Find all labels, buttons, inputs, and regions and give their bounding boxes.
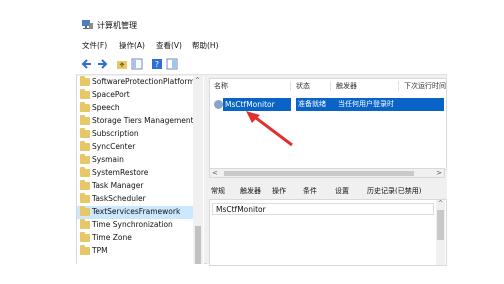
tab-general[interactable]: 常规 [211,184,225,198]
column-divider [290,81,291,91]
folder-icon [80,154,90,164]
tree-item[interactable]: Storage Tiers Management [77,115,194,128]
scroll-right-icon[interactable]: > [436,169,442,177]
menu-view[interactable]: 查看(V) [156,40,182,51]
task-list-hscrollbar[interactable]: < > [209,168,445,178]
folder-icon [80,193,90,203]
scroll-up-icon[interactable]: ^ [438,200,443,207]
title-bar: 计算机管理 [76,14,447,36]
folder-icon [80,180,90,190]
task-name-field[interactable]: MsCtfMonitor [212,203,434,215]
tab-conditions[interactable]: 条件 [303,184,317,198]
console-tree-icon[interactable] [131,58,143,70]
column-divider [330,81,331,91]
hscroll-thumb[interactable] [224,171,414,176]
tree-item[interactable]: SyncCenter [77,141,193,154]
tree-item[interactable]: Task Manager [77,180,193,193]
tree-scroll-thumb[interactable] [195,226,201,264]
tree-item[interactable]: SystemRestore [77,167,193,180]
folder-icon [80,219,90,229]
column-next-run[interactable]: 下次运行时间 [404,81,446,91]
scroll-up-icon[interactable]: ^ [195,77,200,84]
folder-up-icon[interactable] [116,58,128,70]
folder-icon [80,115,90,125]
folder-icon [80,167,90,177]
annotation-arrow-icon [246,111,293,147]
tab-actions[interactable]: 操作 [272,184,286,198]
detail-tabs: 常规 触发器 操作 条件 设置 历史记录(已禁用) [209,184,445,198]
task-pane: 名称 状态 触发器 下次运行时间 MsCtfMonitor 准备就绪 当任何用户… [207,76,447,266]
help-icon[interactable]: ? [151,58,163,70]
tree-scrollbar[interactable]: ^ [193,76,203,264]
svg-text:?: ? [155,60,159,69]
toolbar: ? [76,54,447,75]
panel-icon[interactable] [166,58,178,70]
tab-history[interactable]: 历史记录(已禁用) [367,184,421,198]
tree-item[interactable]: Speech [77,102,193,115]
tree-item[interactable]: SpacePort [77,89,193,102]
tree-item[interactable]: TPM [77,245,193,258]
task-trigger: 当任何用户登录时 [336,98,444,111]
menu-bar: 文件(F) 操作(A) 查看(V) 帮助(H) [76,36,447,54]
tab-triggers[interactable]: 触发器 [240,184,261,198]
computer-management-window: 计算机管理 文件(F) 操作(A) 查看(V) 帮助(H) ? Software… [76,14,447,266]
console-tree: SoftwareProtectionPlatform SpacePort Spe… [77,76,204,264]
detail-scroll-thumb[interactable] [437,210,444,240]
window-title: 计算机管理 [97,21,137,30]
folder-icon [80,232,90,242]
tree-item[interactable]: Time Synchronization [77,219,193,232]
column-name[interactable]: 名称 [214,81,228,91]
tree-item-selected[interactable]: TextServicesFramework [77,206,193,219]
back-icon[interactable] [81,58,93,70]
folder-icon [80,102,90,112]
column-trigger[interactable]: 触发器 [336,81,357,91]
menu-file[interactable]: 文件(F) [82,40,107,51]
folder-icon [80,76,90,86]
folder-icon [80,245,90,255]
detail-panel: MsCtfMonitor ^ [209,199,447,266]
folder-icon [80,128,90,138]
computer-management-icon [82,20,93,29]
tree-item[interactable]: SoftwareProtectionPlatform [77,76,195,89]
folder-icon [80,89,90,99]
tree-item[interactable]: Time Zone [77,232,193,245]
forward-icon[interactable] [96,58,108,70]
detail-scrollbar[interactable]: ^ [436,200,445,265]
menu-help[interactable]: 帮助(H) [192,40,219,51]
column-status[interactable]: 状态 [296,81,310,91]
folder-icon [80,206,90,216]
task-list: 名称 状态 触发器 下次运行时间 MsCtfMonitor 准备就绪 当任何用户… [209,78,447,170]
task-status: 准备就绪 [296,98,336,111]
column-divider [398,81,399,91]
folder-icon [80,141,90,151]
tree-item[interactable]: Sysmain [77,154,193,167]
tab-settings[interactable]: 设置 [335,184,349,198]
scroll-left-icon[interactable]: < [212,169,218,177]
tree-item[interactable]: TaskScheduler [77,193,193,206]
tree-item[interactable]: Subscription [77,128,193,141]
menu-action[interactable]: 操作(A) [119,40,145,51]
task-clock-icon [214,100,223,109]
